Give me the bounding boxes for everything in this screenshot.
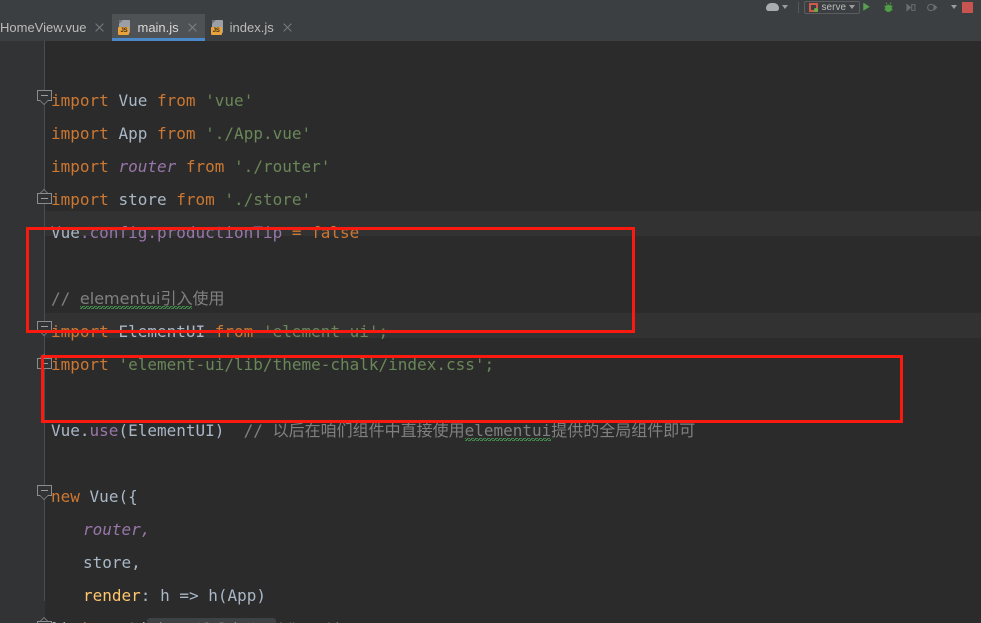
token-production-tip: .productionTip	[147, 223, 283, 242]
token-import: import	[51, 190, 109, 209]
code-line-2: import App from './App.vue'	[51, 117, 311, 150]
token-vue-constructor: Vue	[89, 487, 119, 506]
tab-label: HomeView.vue	[0, 20, 87, 35]
cloud-icon	[765, 3, 779, 11]
token-module-path: './App.vue'	[205, 124, 312, 143]
run-configuration-selector[interactable]: serve	[803, 0, 860, 14]
token-close-brace: }).	[51, 619, 80, 623]
run-config-icon	[808, 2, 818, 12]
token-use-args: (ElementUI)	[118, 421, 225, 440]
cloud-dropdown[interactable]	[765, 0, 788, 14]
token-use: use	[89, 421, 119, 440]
profile-icon	[927, 3, 938, 11]
token-comment-text-a: 以后在咱们组件中直接使用	[272, 421, 465, 440]
code-line-15: store,	[83, 546, 141, 579]
token-app: App	[118, 124, 148, 143]
token-import: import	[51, 157, 109, 176]
token-module-path: './store'	[224, 190, 312, 209]
stop-icon	[962, 1, 973, 13]
token-import: import	[51, 124, 109, 143]
token-module-path: 'element-ui/lib/theme-chalk/index.css';	[118, 355, 495, 374]
token-from: from	[156, 124, 196, 143]
chevron-down-icon	[951, 5, 957, 9]
token-from: from	[214, 322, 254, 341]
token-import: import	[51, 355, 109, 374]
close-icon[interactable]	[187, 22, 198, 33]
code-line-16: render: h => h(App)	[83, 579, 266, 612]
token-vue: Vue	[118, 91, 148, 110]
token-import: import	[51, 322, 109, 341]
token-config: .config	[79, 223, 148, 242]
tab-homeview-vue[interactable]: HomeView.vue	[0, 14, 112, 41]
token-render-key: render	[83, 586, 141, 605]
parameter-hint: elementOrSelector:	[147, 618, 276, 623]
code-line-1: import Vue from 'vue'	[51, 84, 253, 117]
bug-icon	[884, 1, 893, 12]
run-config-label: serve	[821, 1, 846, 13]
tab-label: index.js	[229, 20, 274, 35]
token-module-path: './router'	[234, 157, 331, 176]
coverage-icon	[906, 2, 916, 12]
tab-main-js[interactable]: JS main.js	[112, 14, 205, 41]
token-from: from	[156, 91, 196, 110]
token-assignment: = false	[282, 223, 360, 242]
js-file-icon: JS	[118, 20, 131, 35]
close-icon[interactable]	[282, 22, 293, 33]
tab-index-js[interactable]: JS index.js	[205, 14, 300, 41]
stop-button[interactable]	[962, 0, 976, 14]
token-router-prop: router,	[83, 520, 151, 539]
chevron-down-icon	[781, 5, 788, 9]
main-toolbar: serve	[0, 0, 981, 14]
token-new: new	[51, 487, 80, 506]
profile-button	[926, 0, 943, 14]
token-comment-slashes: //	[243, 421, 273, 440]
token-comment-text: 使用	[192, 289, 225, 308]
chevron-down-icon	[849, 5, 855, 9]
token-store-prop: store,	[83, 553, 141, 572]
token-open-paren: (	[138, 619, 148, 623]
close-icon[interactable]	[94, 22, 105, 33]
debug-button[interactable]	[882, 0, 899, 14]
token-vue: Vue	[51, 223, 80, 242]
token-comment-text-b: 提供的全局组件即可	[551, 421, 696, 440]
token-from: from	[176, 190, 215, 209]
token-import: import	[51, 91, 109, 110]
code-line-7: // elementui引入使用	[51, 282, 225, 315]
token-from: from	[185, 157, 225, 176]
code-line-3: import router from './router'	[51, 150, 330, 183]
code-line-8: import ElementUI from 'element-ui';	[51, 315, 388, 348]
token-router: router	[118, 157, 177, 176]
token-comment-spellcheck: elementui引入	[79, 289, 193, 311]
token-module-path: 'element-ui';	[262, 322, 389, 341]
more-run-options[interactable]	[948, 0, 957, 14]
token-app-selector: '#app')	[276, 619, 343, 623]
token-comment-spellcheck: elementui	[464, 421, 552, 443]
code-line-13: new Vue({	[51, 487, 138, 506]
token-store: store	[118, 190, 167, 209]
run-with-coverage-button	[904, 0, 921, 14]
code-line-11: Vue.use(ElementUI) // 以后在咱们组件中直接使用elemen…	[51, 414, 695, 447]
token-render-value: : h => h(App)	[140, 586, 267, 605]
code-line-9: import 'element-ui/lib/theme-chalk/index…	[51, 348, 494, 381]
token-elementui: ElementUI	[118, 322, 206, 341]
code-line-4: import store from './store'	[51, 183, 311, 216]
tab-label: main.js	[137, 20, 179, 35]
token-mount: $mount	[80, 619, 138, 623]
code-line-17: }).$mount(elementOrSelector:'#app')	[51, 612, 343, 623]
run-icon	[863, 2, 870, 11]
ide-window: serve HomeView.vue JS main.js JS index.j…	[0, 0, 981, 623]
code-editor[interactable]: import Vue from 'vue' import App from '.…	[0, 41, 981, 623]
code-line-14: router,	[83, 513, 150, 546]
token-comment-slashes: //	[51, 289, 80, 308]
editor-tab-bar: HomeView.vue JS main.js JS index.js	[0, 14, 981, 41]
token-module-path: 'vue'	[205, 91, 254, 110]
js-file-icon: JS	[210, 20, 224, 35]
token-vue-use-prefix: Vue.	[51, 421, 90, 440]
code-content[interactable]: import Vue from 'vue' import App from '.…	[45, 41, 981, 623]
code-line-5: Vue.config.productionTip = false	[51, 216, 359, 249]
toolbar-separator	[797, 1, 799, 13]
run-button[interactable]	[860, 0, 877, 14]
